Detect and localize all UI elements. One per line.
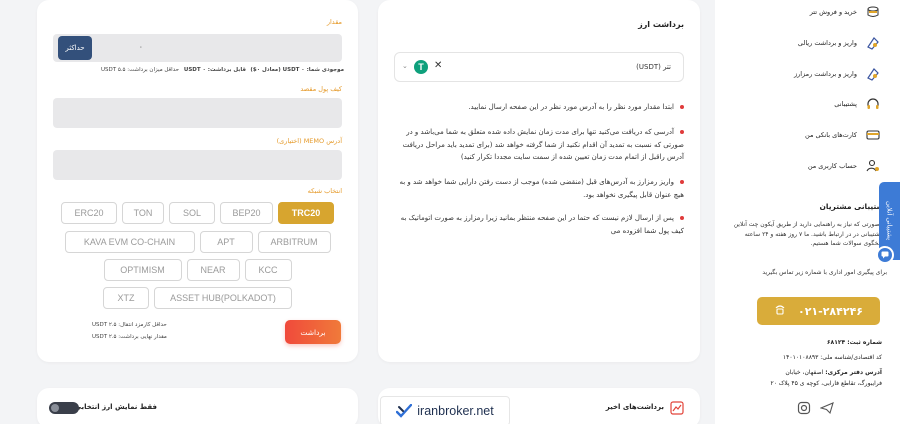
close-icon[interactable]: ✕ (434, 60, 442, 71)
note-1: ابتدا مقدار مورد نظر را به آدرس مورد نظر… (394, 101, 684, 114)
sidebar-item-bank-cards[interactable]: کارت‌های بانکی من (805, 127, 881, 143)
iranbroker-logo: iranbroker.net (380, 396, 510, 424)
telegram-icon[interactable] (819, 400, 834, 419)
network-kcc[interactable]: KCC (244, 259, 292, 281)
note-4: پس از ارسال لازم نیست که حتما در این صفح… (400, 214, 684, 235)
bullet-icon (680, 105, 684, 109)
note-3: واریز رمزارز به آدرس‌های قبل (منقضی شده)… (399, 178, 684, 199)
address-line-1: آدرس دفتر مرکزی: اصفهان، خیابان (785, 369, 882, 376)
info-card: برداشت ارز تتر (USDT) ⌄ T ✕ ابتدا مقدار … (378, 0, 700, 362)
network-row-3: OPTIMISM NEAR KCC (53, 259, 342, 281)
max-button[interactable]: حداکثر (58, 36, 92, 60)
network-erc20[interactable]: ERC20 (61, 202, 117, 224)
support-text-2: برای پیگیری امور اداری با شماره زیر تماس… (762, 269, 887, 276)
recent-title: برداشت‌های اخیر (605, 403, 664, 411)
amount-label: مقدار (326, 18, 342, 26)
network-sol[interactable]: SOL (169, 202, 215, 224)
network-bep20[interactable]: BEP20 (220, 202, 273, 224)
chart-icon (670, 400, 684, 419)
filter-label: فقط نمایش ارز انتخابی (74, 403, 157, 411)
bullet-icon (680, 180, 684, 184)
fee-text: حداقل کارمزد انتقال: USDT ۲.۵ (92, 322, 167, 328)
support-title: پشتیبانی مشتریان (819, 202, 888, 211)
tether-logo: T (414, 60, 428, 74)
network-apt[interactable]: APT (199, 231, 253, 253)
exchange-icon (865, 4, 881, 20)
chat-icon[interactable] (876, 246, 894, 264)
amount-value: ۰ (139, 43, 143, 51)
inventory-text: موجودی شما: USDT ۰ (معادل ۰$) (250, 67, 344, 73)
withdraw-button[interactable]: برداشت (285, 320, 341, 344)
address-line-2: فرایبورگ، تقاطع فارابی، کوچه ی ۴۵ پلاک ۲… (770, 380, 882, 387)
network-row-2: KAVA EVM CO-CHAIN APT ARBITRUM (53, 231, 342, 253)
withdraw-form-card: مقدار حداکثر ۰ موجودی شما: USDT ۰ (معادل… (37, 0, 358, 362)
network-near[interactable]: NEAR (186, 259, 240, 281)
memo-input[interactable] (53, 150, 342, 180)
phone-number: ۰۲۱-۲۸۴۲۴۶ (798, 304, 863, 318)
sidebar-item-rial[interactable]: واریز و برداشت ریالی (798, 35, 881, 51)
crypto-wallet-icon (865, 66, 881, 82)
coin-name: تتر (USDT) (636, 63, 671, 71)
network-xtz[interactable]: XTZ (103, 287, 149, 309)
filter-card: فقط نمایش ارز انتخابی (37, 388, 358, 424)
sidebar-item-crypto[interactable]: واریز و برداشت رمزارز (794, 66, 881, 82)
memo-label: آدرس MEMO (اختیاری) (276, 137, 342, 145)
min-amount-text: حداقل میزان برداشت: USDT ۵.۵ (101, 67, 179, 73)
logo-text: iranbroker.net (417, 404, 494, 418)
phone-button[interactable]: ۰۲۱-۲۸۴۲۴۶ (757, 297, 880, 325)
toggle-knob (51, 404, 59, 412)
network-kava[interactable]: KAVA EVM CO-CHAIN (64, 231, 195, 253)
sidebar: خرید و فروش تتر واریز و برداشت ریالی وار… (715, 0, 900, 424)
user-settings-icon (865, 158, 881, 174)
network-ton[interactable]: TON (122, 202, 164, 224)
sidebar-item-buy-sell[interactable]: خرید و فروش تتر (810, 4, 881, 20)
network-arbitrum[interactable]: ARBITRUM (257, 231, 331, 253)
network-optimism[interactable]: OPTIMISM (103, 259, 182, 281)
registration-number: شماره ثبت: ۶۸۱۲۴ (826, 339, 882, 346)
sidebar-item-account[interactable]: حساب کاربری من (808, 158, 881, 174)
amount-input[interactable] (53, 34, 342, 62)
phone-icon (774, 304, 786, 319)
withdrawable-text: قابل برداشت: USDT ۰ (183, 67, 246, 73)
sidebar-item-support[interactable]: پشتیبانی (834, 96, 881, 112)
rial-wallet-icon (865, 35, 881, 51)
network-label: انتخاب شبکه (307, 187, 342, 195)
support-text: در صورتی که نیاز به راهنمایی دارید از طر… (733, 221, 887, 247)
network-row-4: XTZ ASSET HUB(POLKADOT) (53, 287, 342, 309)
filter-toggle[interactable] (49, 402, 79, 414)
final-amount-text: مقدار نهایی برداشت: USDT ۲.۵ (92, 334, 167, 340)
network-asset-hub[interactable]: ASSET HUB(POLKADOT) (154, 287, 292, 309)
dest-wallet-label: کیف پول مقصد (300, 85, 342, 93)
network-trc20[interactable]: TRC20 (278, 202, 334, 224)
bank-card-icon (865, 127, 881, 143)
note-2: آدرسی که دریافت می‌کنید تنها برای مدت زم… (402, 128, 684, 161)
national-id: کد اقتصادی/شناسه ملی: ۱۴۰۱۰۱۰۸۸۹۳ (782, 354, 882, 361)
bullet-icon (680, 216, 684, 220)
dest-wallet-input[interactable] (53, 98, 342, 128)
chevron-down-icon[interactable]: ⌄ (402, 62, 408, 70)
network-row-1: ERC20 TON SOL BEP20 TRC20 (53, 202, 342, 224)
headset-icon (865, 96, 881, 112)
info-title: برداشت ارز (638, 20, 684, 29)
coin-select[interactable]: تتر (USDT) ⌄ T ✕ (394, 52, 684, 82)
bullet-icon (680, 130, 684, 134)
instagram-icon[interactable] (797, 400, 811, 419)
logo-mark-icon (396, 404, 413, 418)
